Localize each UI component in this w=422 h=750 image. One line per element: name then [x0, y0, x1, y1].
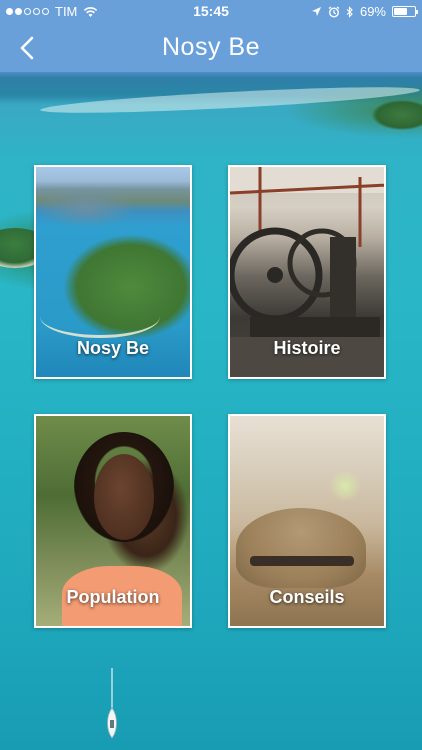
tile-population[interactable]: Population: [34, 414, 192, 628]
location-arrow-icon: [311, 7, 321, 16]
straw-hat: [236, 508, 366, 588]
alarm-clock-icon: [328, 5, 340, 18]
tile-label: Histoire: [273, 338, 341, 358]
tile-nosy-be[interactable]: Nosy Be: [34, 165, 192, 379]
sailboat-image: [107, 668, 117, 739]
navigation-bar: Nosy Be: [0, 24, 422, 72]
status-right: 69%: [311, 4, 418, 19]
tile-histoire[interactable]: Histoire: [228, 165, 386, 379]
beach-line: [40, 295, 160, 338]
battery-icon: [392, 6, 418, 17]
tile-label: Nosy Be: [76, 338, 150, 358]
battery-fill: [394, 8, 408, 15]
battery-percent: 69%: [359, 4, 386, 19]
page-title: Nosy Be: [162, 33, 260, 61]
hat-band: [250, 556, 354, 566]
tile-conseils[interactable]: Conseils: [228, 414, 386, 628]
tile-label: Conseils: [269, 587, 345, 607]
portrait-face: [94, 454, 154, 540]
tile-label: Population: [66, 587, 160, 607]
bluetooth-icon: [346, 5, 353, 18]
status-bar: TIM 15:45 69%: [0, 0, 422, 24]
